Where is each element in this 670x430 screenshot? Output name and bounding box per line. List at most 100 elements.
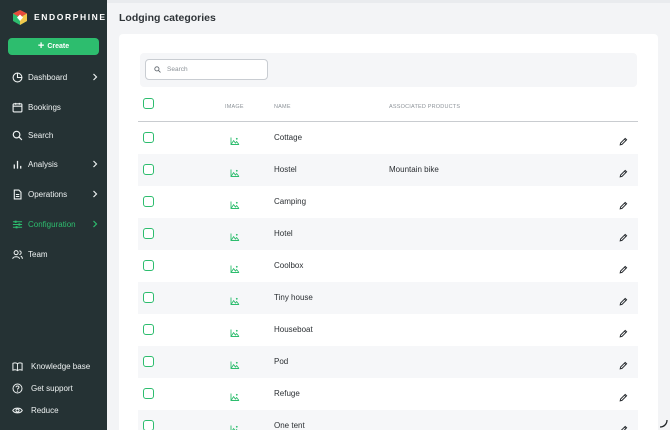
- plus-icon: +: [37, 40, 45, 52]
- row-name: One tent: [274, 421, 305, 430]
- row-name: Cottage: [274, 133, 303, 142]
- table-row[interactable]: Camping: [138, 186, 638, 218]
- sidebar-item-label: Reduce: [31, 405, 59, 415]
- create-button[interactable]: + Create: [8, 38, 99, 55]
- sidebar-item-label: Get support: [31, 383, 73, 393]
- resize-corner-icon: [659, 419, 668, 428]
- row-checkbox[interactable]: [143, 420, 154, 430]
- row-checkbox[interactable]: [143, 356, 154, 367]
- users-icon: [12, 249, 23, 260]
- table-row[interactable]: Tiny house: [138, 282, 638, 314]
- edit-pencil-icon[interactable]: [619, 261, 628, 274]
- sidebar-item-label: Operations: [28, 189, 68, 199]
- sidebar-item-label: Dashboard: [28, 72, 68, 82]
- edit-pencil-icon[interactable]: [619, 133, 628, 146]
- sidebar-item-dashboard[interactable]: Dashboard: [0, 68, 107, 86]
- image-placeholder-icon: [230, 389, 240, 401]
- chevron-right-icon: [93, 73, 98, 81]
- image-placeholder-icon: [230, 261, 240, 273]
- sidebar-item-team[interactable]: Team: [0, 245, 107, 263]
- row-checkbox[interactable]: [143, 292, 154, 303]
- edit-pencil-icon[interactable]: [619, 293, 628, 306]
- edit-pencil-icon[interactable]: [619, 421, 628, 430]
- table-row[interactable]: Pod: [138, 346, 638, 378]
- brand-logo[interactable]: ENDORPHINE: [13, 9, 107, 25]
- document-icon: [12, 189, 23, 200]
- table-row[interactable]: Refuge: [138, 378, 638, 410]
- pie-chart-icon: [12, 72, 23, 83]
- image-placeholder-icon: [230, 133, 240, 145]
- search-field[interactable]: [145, 59, 268, 80]
- row-name: Camping: [274, 197, 307, 206]
- brand-name: ENDORPHINE: [34, 12, 107, 22]
- sidebar-item-configuration[interactable]: Configuration: [0, 215, 107, 233]
- table-header: IMAGE NAME ASSOCIATED PRODUCTS: [138, 94, 638, 122]
- sidebar: ENDORPHINE + Create Dashboard Bookings S…: [0, 0, 107, 430]
- row-checkbox[interactable]: [143, 324, 154, 335]
- top-bar: [107, 0, 670, 3]
- image-placeholder-icon: [230, 293, 240, 305]
- row-name: Coolbox: [274, 261, 304, 270]
- help-circle-icon: [12, 383, 23, 394]
- table-row[interactable]: One tent: [138, 410, 638, 430]
- row-checkbox[interactable]: [143, 164, 154, 175]
- table-row[interactable]: Cottage: [138, 122, 638, 154]
- edit-pencil-icon[interactable]: [619, 325, 628, 338]
- sidebar-item-reduce[interactable]: Reduce: [0, 402, 107, 418]
- page-title: Lodging categories: [119, 12, 216, 24]
- image-placeholder-icon: [230, 421, 240, 430]
- edit-pencil-icon[interactable]: [619, 357, 628, 370]
- sidebar-item-label: Team: [28, 249, 48, 259]
- book-icon: [12, 361, 23, 372]
- image-placeholder-icon: [230, 165, 240, 177]
- row-name: Houseboat: [274, 325, 313, 334]
- search-toolbar: [140, 53, 637, 87]
- image-placeholder-icon: [230, 357, 240, 369]
- row-checkbox[interactable]: [143, 196, 154, 207]
- column-header-name: NAME: [274, 104, 291, 110]
- row-checkbox[interactable]: [143, 260, 154, 271]
- sidebar-item-label: Analysis: [28, 159, 58, 169]
- row-name: Tiny house: [274, 293, 313, 302]
- table-row[interactable]: Hostel Mountain bike: [138, 154, 638, 186]
- sidebar-item-get-support[interactable]: Get support: [0, 380, 107, 396]
- row-name: Hostel: [274, 165, 297, 174]
- edit-pencil-icon[interactable]: [619, 389, 628, 402]
- chevron-right-icon: [93, 220, 98, 228]
- sidebar-item-search[interactable]: Search: [0, 126, 107, 144]
- table-row[interactable]: Houseboat: [138, 314, 638, 346]
- edit-pencil-icon[interactable]: [619, 229, 628, 242]
- table-row[interactable]: Hotel: [138, 218, 638, 250]
- row-checkbox[interactable]: [143, 388, 154, 399]
- row-name: Refuge: [274, 389, 300, 398]
- categories-card: IMAGE NAME ASSOCIATED PRODUCTS Cottage Ho…: [119, 34, 658, 430]
- column-header-associated-products: ASSOCIATED PRODUCTS: [389, 104, 461, 110]
- search-icon: [154, 66, 161, 73]
- sidebar-item-label: Search: [28, 130, 54, 140]
- search-icon: [12, 130, 23, 141]
- sidebar-item-label: Knowledge base: [31, 361, 91, 371]
- eye-icon: [12, 405, 23, 416]
- sidebar-item-bookings[interactable]: Bookings: [0, 98, 107, 116]
- image-placeholder-icon: [230, 325, 240, 337]
- chevron-right-icon: [93, 190, 98, 198]
- edit-pencil-icon[interactable]: [619, 165, 628, 178]
- table-row[interactable]: Coolbox: [138, 250, 638, 282]
- row-checkbox[interactable]: [143, 132, 154, 143]
- endorphine-logo-icon: [13, 9, 27, 25]
- row-checkbox[interactable]: [143, 228, 154, 239]
- bar-chart-icon: [12, 159, 23, 170]
- calendar-icon: [12, 102, 23, 113]
- sidebar-item-label: Bookings: [28, 102, 61, 112]
- edit-pencil-icon[interactable]: [619, 197, 628, 210]
- sliders-icon: [12, 219, 23, 230]
- select-all-checkbox[interactable]: [143, 98, 154, 109]
- sidebar-item-operations[interactable]: Operations: [0, 185, 107, 203]
- search-input[interactable]: [167, 66, 267, 73]
- sidebar-item-label: Configuration: [28, 219, 76, 229]
- sidebar-item-analysis[interactable]: Analysis: [0, 155, 107, 173]
- sidebar-item-knowledge-base[interactable]: Knowledge base: [0, 358, 107, 374]
- column-header-image: IMAGE: [225, 104, 244, 110]
- row-name: Hotel: [274, 229, 293, 238]
- image-placeholder-icon: [230, 197, 240, 209]
